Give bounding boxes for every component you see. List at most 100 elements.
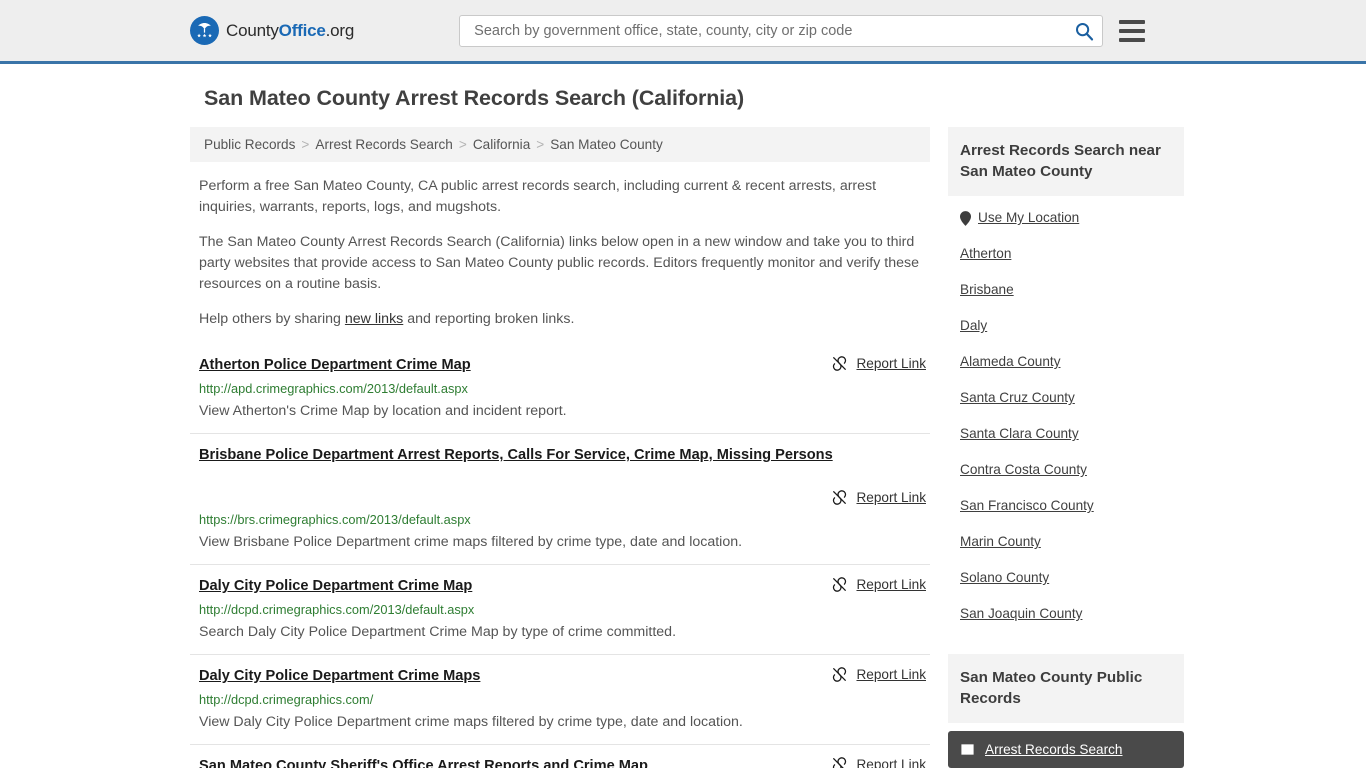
sidebar-link-label: Solano County [960, 570, 1050, 585]
broken-link-icon [833, 356, 847, 371]
result-header: Daly City Police Department Crime Map Rep… [199, 576, 926, 596]
results-list: Atherton Police Department Crime Map Repo… [190, 344, 930, 768]
sidebar-nearby-list: Use My Location Atherton Brisbane Daly Alame… [948, 196, 1184, 632]
sidebar-link-label: Brisbane [960, 282, 1014, 297]
brand-text-office: Office [278, 20, 326, 40]
sidebar-nearby-item: San Francisco County [948, 488, 1184, 524]
sidebar-link-san-joaquin-county[interactable]: San Joaquin County [948, 596, 1082, 632]
breadcrumb-item-california[interactable]: California [473, 137, 530, 152]
report-link-button[interactable]: Report Link [831, 576, 926, 593]
broken-link-icon [833, 577, 847, 592]
hamburger-menu-icon[interactable] [1119, 19, 1146, 42]
sidebar-link-label: Use My Location [978, 210, 1080, 225]
page-title: San Mateo County Arrest Records Search (… [204, 86, 745, 110]
sidebar-nearby-item: Daly [948, 308, 1184, 344]
report-link-label: Report Link [856, 757, 926, 768]
sidebar-nearby-item: Contra Costa County [948, 452, 1184, 488]
sidebar-link-santa-clara-county[interactable]: Santa Clara County [948, 416, 1079, 452]
site-header: CountyOffice.org [0, 0, 1366, 64]
sidebar-records-item: Arrest Records Search [948, 731, 1184, 768]
sidebar-link-contra-costa-county[interactable]: Contra Costa County [948, 452, 1087, 488]
sidebar-nearby-item: Marin County [948, 524, 1184, 560]
brand-wordmark: CountyOffice.org [226, 21, 354, 41]
sidebar-link-label: San Joaquin County [960, 606, 1083, 621]
sidebar-nearby-item: Santa Clara County [948, 416, 1184, 452]
sidebar-link-label: Santa Cruz County [960, 390, 1075, 405]
broken-link-icon [833, 757, 847, 768]
brand-text-org: .org [325, 20, 355, 40]
sidebar-link-san-francisco-county[interactable]: San Francisco County [948, 488, 1094, 524]
result-description: Search Daly City Police Department Crime… [199, 624, 677, 640]
result-description: View Atherton's Crime Map by location an… [199, 403, 567, 419]
sidebar-link-solano-county[interactable]: Solano County [948, 560, 1049, 596]
result-item: Atherton Police Department Crime Map Repo… [190, 344, 930, 434]
report-link-button[interactable]: Report Link [831, 355, 926, 372]
sidebar-link-label: Atherton [960, 246, 1012, 261]
sidebar-link-label: Daly [960, 318, 988, 333]
site-logo-link[interactable]: CountyOffice.org [190, 16, 354, 45]
result-item: San Mateo County Sheriff's Office Arrest… [190, 745, 930, 768]
sidebar-nearby-item: San Joaquin County [948, 596, 1184, 632]
report-link-button[interactable]: Report Link [831, 666, 926, 683]
new-links-link[interactable]: new links [345, 311, 403, 327]
sidebar-public-records-heading: San Mateo County Public Records [948, 654, 1184, 723]
result-item: Brisbane Police Department Arrest Report… [190, 434, 930, 565]
sidebar-nearby-item: Alameda County [948, 344, 1184, 380]
search-input[interactable] [472, 21, 1075, 40]
result-header: Brisbane Police Department Arrest Report… [199, 445, 926, 506]
result-header: San Mateo County Sheriff's Office Arrest… [199, 756, 926, 768]
result-header: Daly City Police Department Crime Maps Re… [199, 666, 926, 686]
breadcrumb-item-arrest-records-search[interactable]: Arrest Records Search [315, 137, 453, 152]
sidebar-link-label: Santa Clara County [960, 426, 1079, 441]
breadcrumb-separator: > [301, 137, 310, 152]
sidebar-link-santa-cruz-county[interactable]: Santa Cruz County [948, 380, 1075, 416]
intro-paragraph-2: The San Mateo County Arrest Records Sear… [199, 234, 919, 292]
report-link-button[interactable]: Report Link [831, 756, 926, 768]
result-url[interactable]: http://dcpd.crimegraphics.com/ [199, 691, 926, 708]
sidebar-link-alameda-county[interactable]: Alameda County [948, 344, 1061, 380]
intro-text: Perform a free San Mateo County, CA publ… [190, 176, 930, 330]
sidebar-records-label: Arrest Records Search [985, 742, 1123, 757]
sidebar-link-label: San Francisco County [960, 498, 1094, 513]
result-title-link[interactable]: Daly City Police Department Crime Maps [199, 666, 480, 686]
intro-paragraph-3: Help others by sharing new links and rep… [190, 309, 930, 330]
result-title-link[interactable]: Brisbane Police Department Arrest Report… [199, 445, 926, 465]
intro-paragraph-1: Perform a free San Mateo County, CA publ… [199, 178, 877, 215]
breadcrumb: Public Records > Arrest Records Search > Cal… [190, 127, 930, 162]
result-description: View Daly City Police Department crime m… [199, 714, 743, 730]
breadcrumb-item-san-mateo-county[interactable]: San Mateo County [550, 137, 663, 152]
sidebar-link-label: Alameda County [960, 354, 1061, 369]
sidebar-link-label: Marin County [960, 534, 1041, 549]
sidebar-nearby-item: Brisbane [948, 272, 1184, 308]
report-link-button[interactable]: Report Link [831, 489, 926, 506]
result-item: Daly City Police Department Crime Maps Re… [190, 655, 930, 745]
broken-link-icon [833, 490, 847, 505]
eagle-shield-logo-icon [190, 16, 219, 45]
result-title-link[interactable]: Daly City Police Department Crime Map [199, 576, 472, 596]
sidebar-link-label: Contra Costa County [960, 462, 1087, 477]
map-pin-icon [960, 210, 971, 226]
sidebar-public-records-list: Arrest Records SearchCourt Records Searc… [948, 723, 1184, 768]
brand-text-county: County [226, 20, 279, 40]
sidebar-link-daly[interactable]: Daly [948, 308, 987, 344]
sidebar-link-atherton[interactable]: Atherton [948, 236, 1011, 272]
sidebar-link-marin-county[interactable]: Marin County [948, 524, 1041, 560]
result-url[interactable]: https://brs.crimegraphics.com/2013/defau… [199, 511, 926, 528]
search-icon[interactable] [1074, 21, 1094, 41]
breadcrumb-separator: > [458, 137, 467, 152]
sidebar-nearby-item: Use My Location [948, 200, 1184, 236]
report-link-label: Report Link [856, 667, 926, 682]
search-box[interactable] [459, 14, 1104, 47]
breadcrumb-item-public-records[interactable]: Public Records [204, 137, 295, 152]
result-title-link[interactable]: San Mateo County Sheriff's Office Arrest… [199, 756, 648, 768]
page-body: San Mateo County Arrest Records Search (… [0, 86, 1366, 768]
result-title-link[interactable]: Atherton Police Department Crime Map [199, 355, 471, 375]
sidebar-nearby-item: Atherton [948, 236, 1184, 272]
sidebar-records-link-arrest-records-search[interactable]: Arrest Records Search [948, 731, 1184, 768]
sidebar-link-brisbane[interactable]: Brisbane [948, 272, 1014, 308]
sidebar-link-use-my-location[interactable]: Use My Location [948, 200, 1079, 236]
result-url[interactable]: http://apd.crimegraphics.com/2013/defaul… [199, 380, 926, 397]
intro-p3-after: and reporting broken links. [403, 311, 575, 327]
result-url[interactable]: http://dcpd.crimegraphics.com/2013/defau… [199, 601, 926, 618]
result-item: Daly City Police Department Crime Map Rep… [190, 565, 930, 655]
